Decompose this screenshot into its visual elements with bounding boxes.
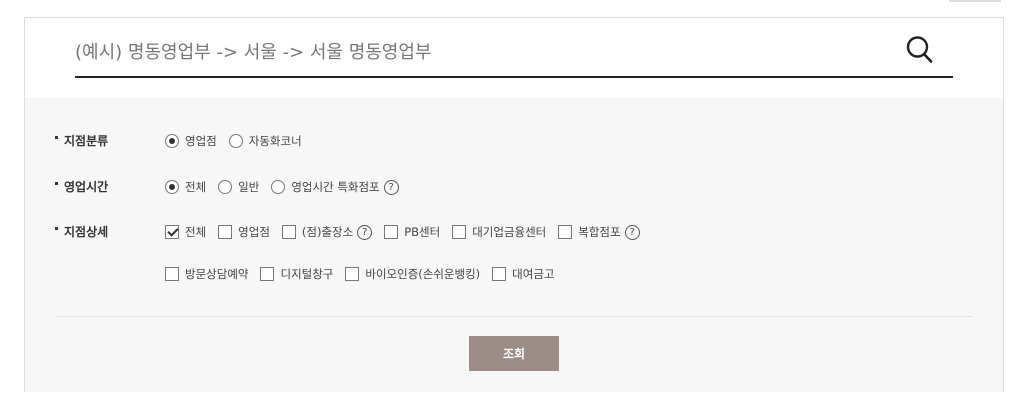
filter-label-branch-detail: 지점상세 — [55, 222, 108, 242]
checkbox-unchecked-icon[interactable] — [218, 225, 233, 239]
filter-divider — [55, 316, 972, 317]
checkbox-detail-pb-center[interactable]: PB센터 — [384, 222, 440, 242]
filter-row-business-hours: 영업시간 전체 일반 영업시간 특화점포 ? — [25, 177, 1003, 197]
top-tab-edge — [949, 0, 1001, 2]
checkbox-detail-safe-deposit[interactable]: 대여금고 — [492, 264, 555, 284]
help-icon[interactable]: ? — [624, 224, 640, 240]
filter-label-business-hours: 영업시간 — [55, 177, 108, 197]
checkbox-detail-complex-branch[interactable]: 복합점포 ? — [558, 222, 640, 242]
radio-branch-type-office[interactable]: 영업점 — [165, 131, 217, 151]
checkbox-detail-bio-auth[interactable]: 바이오인증(손쉬운뱅킹) — [345, 264, 480, 284]
checkbox-unchecked-icon[interactable] — [165, 267, 179, 281]
filter-area: 지점분류 영업점 자동화코너 영업시간 전체 일반 영업시간 특화점포 ? 지점… — [25, 98, 1003, 392]
checkbox-detail-all[interactable]: 전체 — [165, 222, 206, 242]
radio-hours-special[interactable]: 영업시간 특화점포 ? — [271, 177, 399, 197]
checkbox-unchecked-icon[interactable] — [384, 225, 399, 239]
branch-detail-options-line2: 방문상담예약 디지털창구 바이오인증(손쉬운뱅킹) 대여금고 — [165, 264, 567, 284]
bullet-icon — [55, 227, 58, 230]
radio-unselected-icon[interactable] — [218, 180, 233, 194]
radio-unselected-icon[interactable] — [228, 134, 243, 148]
checkbox-unchecked-icon[interactable] — [452, 225, 467, 239]
help-icon[interactable]: ? — [383, 179, 399, 195]
checkbox-unchecked-icon[interactable] — [345, 267, 360, 281]
checkbox-unchecked-icon[interactable] — [492, 267, 507, 281]
filter-row-branch-detail: 지점상세 전체 영업점 (점)출장소 ? PB센터 대기업금융센터 복합점포 ? — [25, 222, 1003, 242]
checkbox-detail-office[interactable]: 영업점 — [218, 222, 270, 242]
checkbox-detail-visit-reservation[interactable]: 방문상담예약 — [165, 264, 248, 284]
bullet-icon — [55, 136, 58, 139]
branch-detail-options-line1: 전체 영업점 (점)출장소 ? PB센터 대기업금융센터 복합점포 ? — [165, 222, 652, 242]
radio-selected-icon[interactable] — [165, 134, 179, 148]
filter-label-branch-type: 지점분류 — [55, 131, 108, 151]
help-icon[interactable]: ? — [357, 224, 373, 240]
radio-selected-icon[interactable] — [165, 180, 179, 194]
radio-branch-type-atm[interactable]: 자동화코너 — [228, 131, 302, 151]
search-area — [25, 18, 1003, 98]
checkbox-checked-icon[interactable] — [165, 225, 179, 239]
checkbox-detail-sub-office[interactable]: (점)출장소 ? — [281, 222, 373, 242]
business-hours-options: 전체 일반 영업시간 특화점포 ? — [165, 177, 411, 197]
checkbox-unchecked-icon[interactable] — [281, 225, 296, 239]
submit-button[interactable]: 조회 — [469, 336, 559, 371]
branch-search-panel: 지점분류 영업점 자동화코너 영업시간 전체 — [24, 17, 1004, 392]
checkbox-unchecked-icon[interactable] — [260, 267, 275, 281]
search-input[interactable] — [75, 32, 905, 72]
radio-hours-all[interactable]: 전체 — [165, 177, 206, 197]
filter-row-branch-detail-2: 방문상담예약 디지털창구 바이오인증(손쉬운뱅킹) 대여금고 — [25, 264, 1003, 284]
bullet-icon — [55, 182, 58, 185]
checkbox-unchecked-icon[interactable] — [558, 225, 573, 239]
search-underline — [75, 76, 953, 78]
search-icon — [906, 36, 933, 63]
branch-type-options: 영업점 자동화코너 — [165, 131, 314, 151]
checkbox-detail-digital-counter[interactable]: 디지털창구 — [260, 264, 333, 284]
checkbox-detail-corporate-center[interactable]: 대기업금융센터 — [452, 222, 546, 242]
radio-unselected-icon[interactable] — [271, 180, 286, 194]
radio-hours-normal[interactable]: 일반 — [218, 177, 259, 197]
filter-row-branch-type: 지점분류 영업점 자동화코너 — [25, 131, 1003, 151]
search-button[interactable] — [905, 32, 945, 68]
